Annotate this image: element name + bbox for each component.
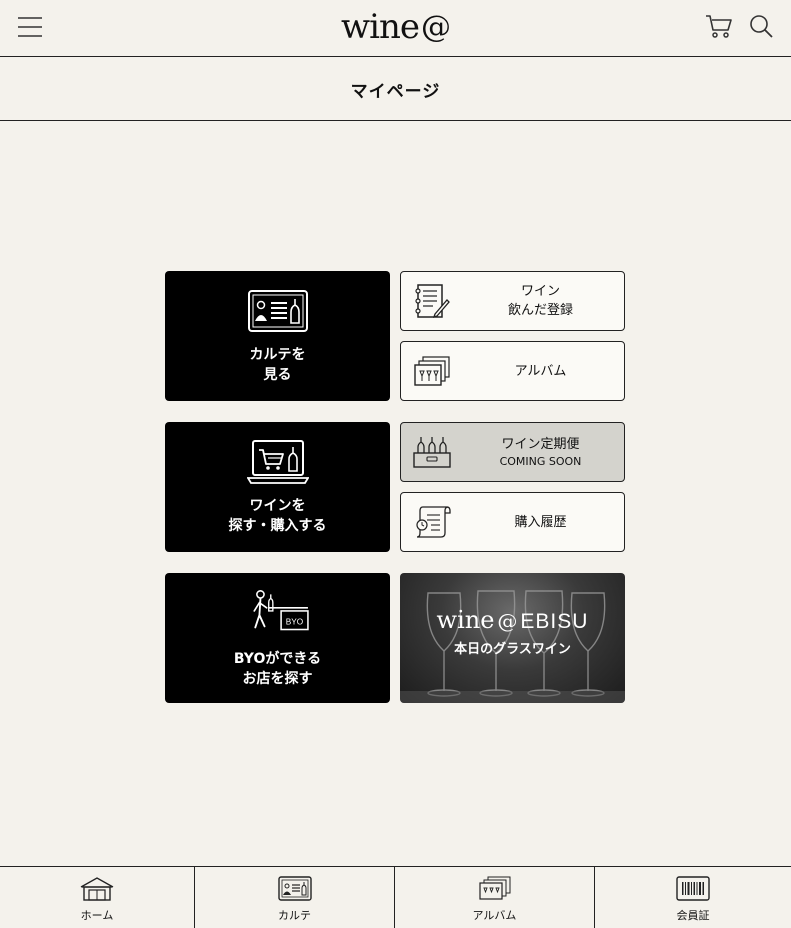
wine-at-ebisu-logo: wine @ EBISU: [437, 606, 589, 634]
cart-icon[interactable]: [705, 13, 733, 39]
album-label: アルバム: [514, 363, 567, 379]
nav-item-member-card[interactable]: 会員証: [595, 867, 791, 928]
byo-person-counter-icon: BYO: [252, 590, 309, 631]
app-header: wine @: [0, 0, 791, 57]
byo-tile[interactable]: BYO BYOができる お店を探す: [165, 573, 390, 703]
shop-tile[interactable]: ワインを 探す・購入する: [165, 422, 390, 552]
subscription-tile[interactable]: ワイン定期便 COMING SOON: [400, 422, 625, 482]
karte-icon: [277, 876, 312, 901]
page-title-bar: マイページ: [0, 58, 791, 121]
nav-label-album: アルバム: [472, 909, 517, 922]
hamburger-menu-icon[interactable]: [16, 14, 44, 40]
nav-label-karte: カルテ: [278, 909, 311, 922]
search-icon[interactable]: [748, 13, 774, 39]
wine-log-label-line1: ワイン: [520, 284, 560, 299]
wine-log-label-line2: 飲んだ登録: [507, 303, 573, 318]
album-tile[interactable]: アルバム: [400, 341, 625, 401]
karte-tile[interactable]: カルテを 見る: [165, 271, 390, 401]
nav-item-karte[interactable]: カルテ: [195, 867, 395, 928]
coming-soon-badge: COMING SOON: [499, 454, 582, 468]
logo-at-symbol: @: [421, 9, 451, 45]
notebook-pen-icon: [415, 284, 450, 319]
byo-label: BYOができる お店を探す: [233, 651, 322, 687]
subscription-label: ワイン定期便 COMING SOON: [461, 423, 620, 481]
photo-album-icon: [478, 876, 510, 900]
photo-album-icon: [414, 356, 450, 386]
wine-at-logo[interactable]: wine @: [335, 4, 457, 50]
ebisu-logo-place: EBISU: [520, 609, 589, 633]
ebisu-logo-symbol: @: [497, 608, 518, 633]
purchase-history-label: 購入履歴: [514, 514, 567, 530]
purchase-history-tile[interactable]: 購入履歴: [400, 492, 625, 552]
nav-item-home[interactable]: ホーム: [0, 867, 195, 928]
byo-sign-text: BYO: [285, 617, 303, 626]
receipt-scroll-icon: [416, 506, 451, 538]
page-title: マイページ: [350, 81, 441, 102]
shop-label: ワインを 探す・購入する: [228, 498, 327, 534]
ebisu-glass-wine-tile[interactable]: wine @ EBISU 本日のグラスワイン: [400, 573, 625, 703]
nav-label-member-card: 会員証: [676, 909, 710, 922]
ebisu-subtitle: 本日のグラスワイン: [454, 641, 571, 657]
wine-box-icon: [413, 437, 451, 468]
karte-icon: [247, 290, 308, 332]
logo-wordmark: wine: [341, 7, 420, 47]
karte-label: カルテを 見る: [249, 347, 306, 383]
nav-item-album[interactable]: アルバム: [395, 867, 595, 928]
home-icon: [80, 877, 114, 901]
bottom-navigation: ホーム カルテ アルバム 会員証: [0, 866, 791, 928]
wine-log-tile[interactable]: ワイン 飲んだ登録: [400, 271, 625, 331]
ebisu-logo-word: wine: [436, 605, 495, 634]
nav-label-home: ホーム: [80, 909, 114, 922]
wine-log-label: ワイン 飲んだ登録: [461, 272, 620, 330]
barcode-card-icon: [676, 876, 710, 901]
subscription-label-line1: ワイン定期便: [501, 436, 580, 452]
laptop-cart-icon: [246, 440, 309, 484]
